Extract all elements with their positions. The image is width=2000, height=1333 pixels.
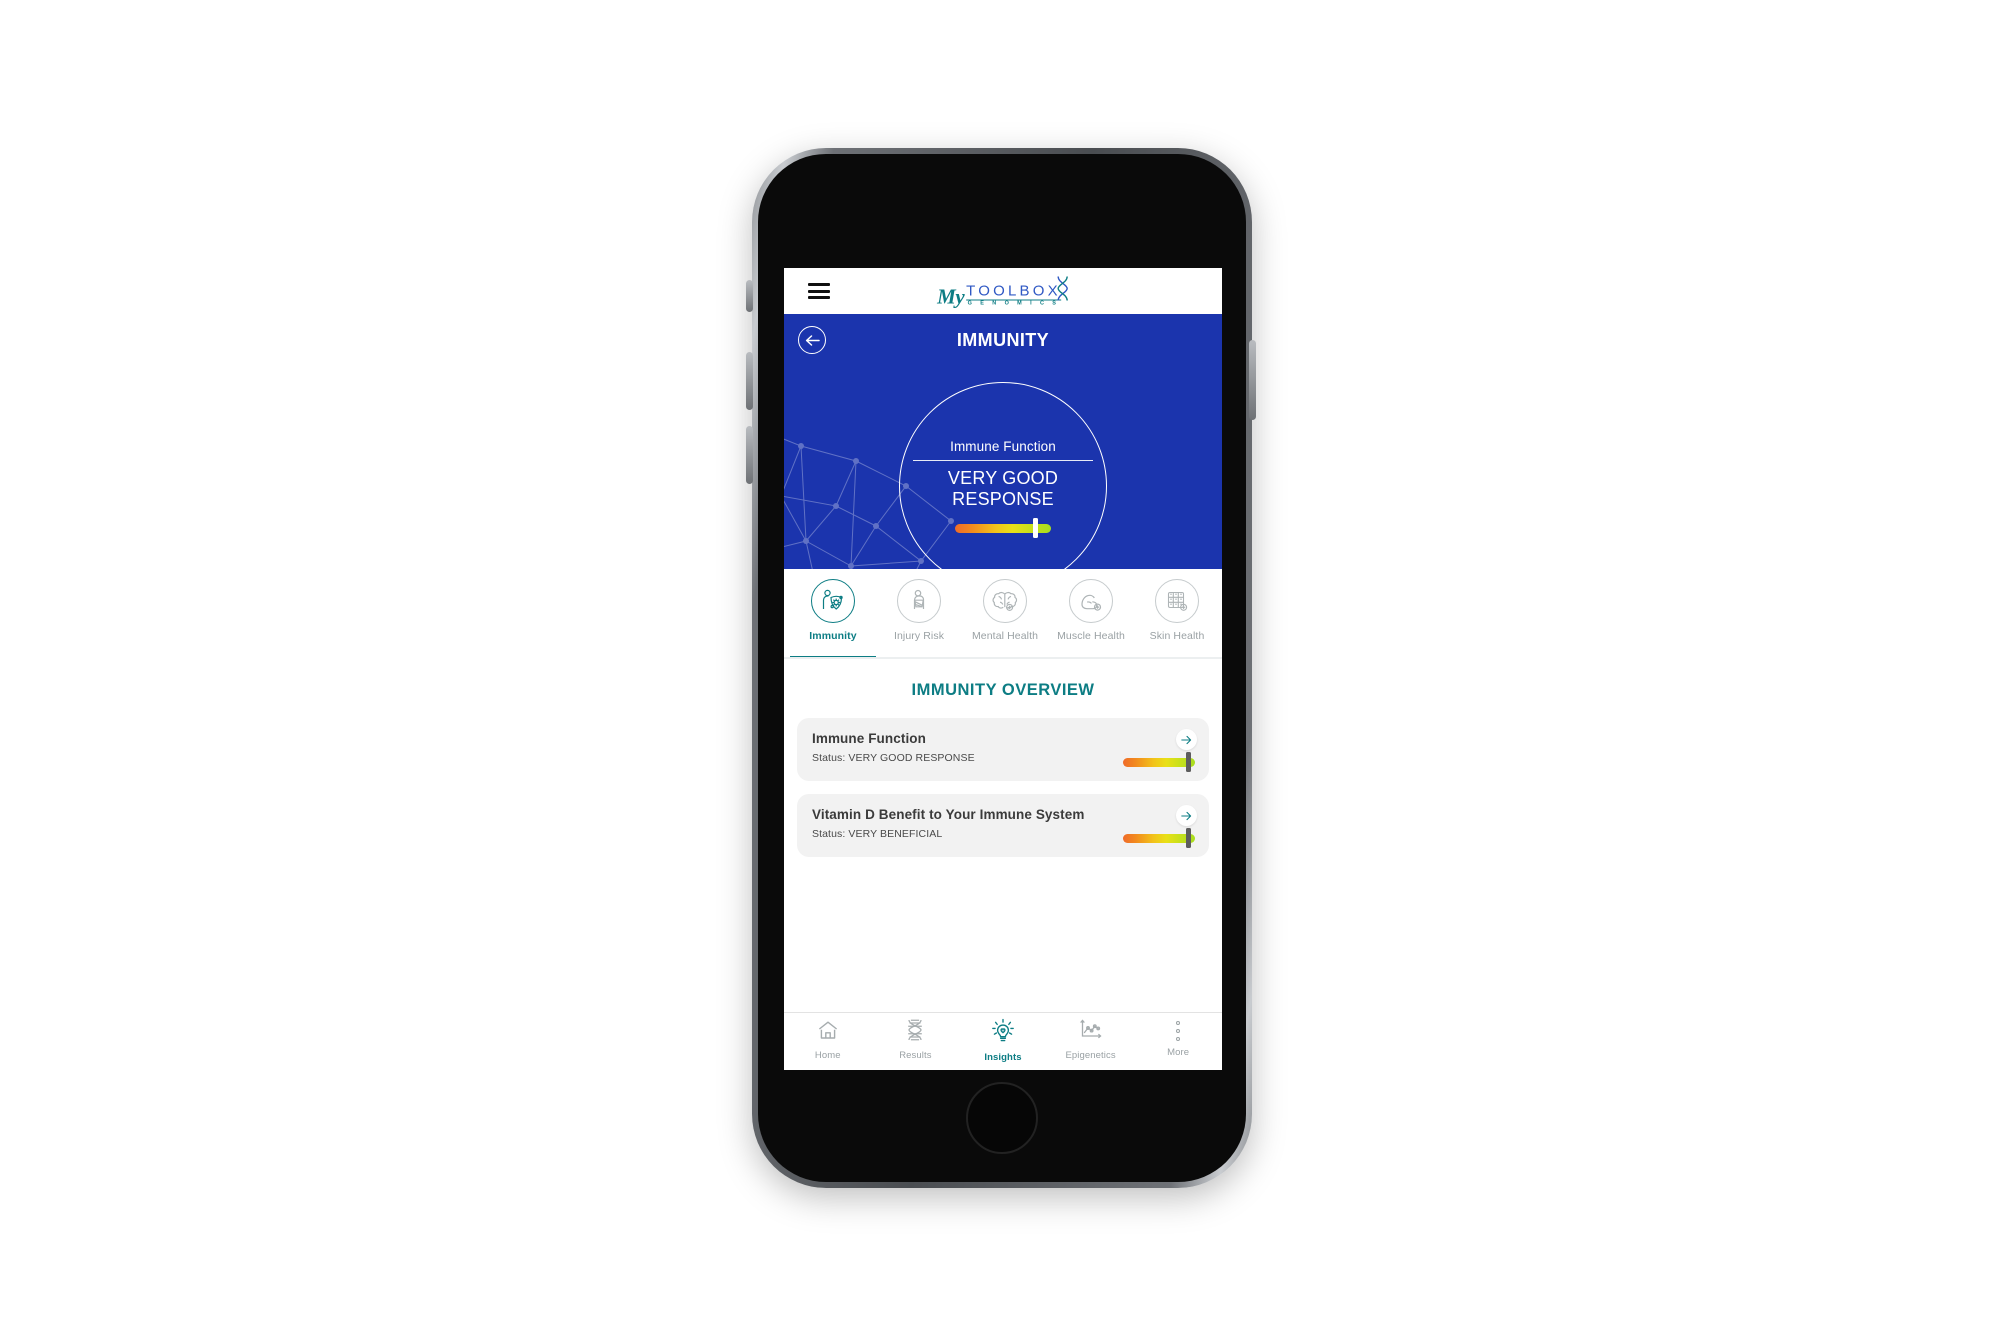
silent-switch[interactable] xyxy=(746,280,753,312)
immunity-shield-virus-icon xyxy=(811,579,855,623)
app-header: My TOOLBOX G E N O M I C S xyxy=(784,268,1222,314)
card-title: Immune Function xyxy=(812,731,926,746)
overview-card[interactable]: Immune Function Status: VERY GOOD RESPON… xyxy=(797,718,1209,781)
flexed-bicep-icon xyxy=(1069,579,1113,623)
nav-item-label: Home xyxy=(814,1050,841,1061)
nav-item-results[interactable]: Results xyxy=(872,1018,960,1061)
category-tab-muscle-health[interactable]: Muscle Health xyxy=(1048,569,1134,657)
logo-genomics-text: G E N O M I C S xyxy=(967,300,1060,306)
arrow-right-icon[interactable] xyxy=(1176,805,1197,826)
overview-card[interactable]: Vitamin D Benefit to Your Immune System … xyxy=(797,794,1209,857)
meter-marker xyxy=(1032,518,1038,539)
lightbulb-idea-icon xyxy=(991,1018,1015,1049)
meter-marker xyxy=(1186,828,1192,848)
volume-up-button[interactable] xyxy=(746,352,753,410)
hamburger-menu-icon[interactable] xyxy=(808,283,830,299)
category-tab-injury-risk[interactable]: Injury Risk xyxy=(876,569,962,657)
card-status-meter xyxy=(1123,752,1195,772)
active-tab-underline xyxy=(790,656,876,657)
screenshot-canvas: My TOOLBOX G E N O M I C S IMMUNITY Immu… xyxy=(0,0,2000,1333)
line-chart-icon xyxy=(1078,1018,1104,1047)
nav-item-more[interactable]: More xyxy=(1134,1018,1222,1058)
brain-icon xyxy=(983,579,1027,623)
nav-item-label: Results xyxy=(899,1050,932,1061)
overview-heading: IMMUNITY OVERVIEW xyxy=(911,681,1095,699)
dial-divider xyxy=(913,459,1093,461)
category-tab-label: Immunity xyxy=(809,630,857,642)
category-tab-mental-health[interactable]: Mental Health xyxy=(962,569,1048,657)
dial-label: Immune Function xyxy=(950,438,1056,454)
nav-item-label: More xyxy=(1167,1047,1190,1058)
dial-status-line2: RESPONSE xyxy=(952,489,1054,509)
page-title: IMMUNITY xyxy=(956,330,1050,350)
dna-helix-icon xyxy=(905,1018,925,1047)
category-tab-label: Muscle Health xyxy=(1057,630,1125,642)
volume-down-button[interactable] xyxy=(746,426,753,484)
category-tab-immunity[interactable]: Immunity xyxy=(790,569,876,657)
category-tab-label: Mental Health xyxy=(971,630,1039,642)
power-button[interactable] xyxy=(1249,340,1256,420)
score-dial: Immune Function VERY GOOD RESPONSE xyxy=(899,382,1107,569)
bottom-navigation-bar[interactable]: Home Results Insights Epigenetics More xyxy=(784,1012,1222,1070)
logo-wordmark: TOOLBOX G E N O M I C S xyxy=(966,283,1061,307)
category-tab-strip[interactable]: Immunity Injury Risk Mental Health Muscl… xyxy=(784,569,1222,659)
nav-item-home[interactable]: Home xyxy=(784,1018,872,1061)
skin-cells-icon xyxy=(1155,579,1199,623)
arrow-right-icon[interactable] xyxy=(1176,729,1197,750)
dial-status: VERY GOOD RESPONSE xyxy=(948,468,1058,510)
arm-sling-injury-icon xyxy=(897,579,941,623)
category-tab-skin-health[interactable]: Skin Health xyxy=(1134,569,1220,657)
nav-item-label: Insights xyxy=(984,1052,1022,1063)
meter-marker xyxy=(1186,752,1192,772)
more-vertical-dots-icon xyxy=(1176,1018,1181,1044)
app-logo[interactable]: My TOOLBOX G E N O M I C S xyxy=(937,276,1069,307)
category-tab-label: Skin Health xyxy=(1149,630,1205,642)
back-arrow-icon[interactable] xyxy=(798,326,826,354)
card-status-meter xyxy=(1123,828,1195,848)
logo-my-text: My xyxy=(937,284,965,309)
nav-item-label: Epigenetics xyxy=(1065,1050,1116,1061)
app-screen: My TOOLBOX G E N O M I C S IMMUNITY Immu… xyxy=(784,268,1222,1070)
logo-toolbox-text: TOOLBOX xyxy=(966,282,1061,299)
dial-status-line1: VERY GOOD xyxy=(947,467,1059,488)
dial-status-meter xyxy=(955,518,1051,539)
nav-item-epigenetics[interactable]: Epigenetics xyxy=(1047,1018,1135,1061)
overview-card-list: Immune Function Status: VERY GOOD RESPON… xyxy=(784,718,1222,857)
card-title: Vitamin D Benefit to Your Immune System xyxy=(812,807,1085,822)
nav-item-insights[interactable]: Insights xyxy=(959,1018,1047,1063)
home-icon xyxy=(816,1018,840,1047)
hero-banner: IMMUNITY Immune Function VERY GOOD RESPO… xyxy=(784,314,1222,569)
home-button[interactable] xyxy=(966,1082,1038,1154)
category-tab-label: Injury Risk xyxy=(893,630,945,642)
dna-helix-icon xyxy=(1056,276,1069,307)
